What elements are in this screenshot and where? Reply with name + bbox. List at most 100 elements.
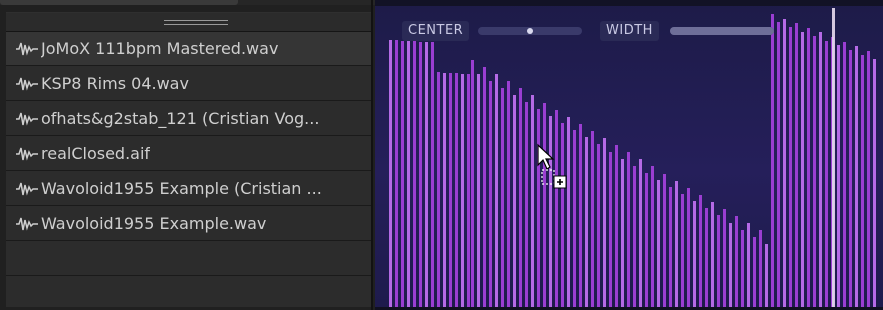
waveform-display[interactable]: CENTER WIDTH xyxy=(375,0,883,310)
file-item-wavoloid[interactable]: Wavoloid1955 Example.wav xyxy=(6,207,371,241)
waveform-bar xyxy=(705,208,708,310)
waveform-bar xyxy=(609,152,612,310)
waveform-bar xyxy=(467,74,470,310)
waveform-bar xyxy=(413,41,416,310)
waveform-bar xyxy=(519,88,522,310)
center-slider-knob[interactable] xyxy=(527,28,533,34)
waveform-bar xyxy=(573,130,576,310)
file-item-label: realClosed.aif xyxy=(41,144,151,163)
width-label: WIDTH xyxy=(600,21,659,41)
waveform-bar xyxy=(663,174,666,310)
waveform-bar xyxy=(513,95,516,310)
waveform-bar xyxy=(687,188,690,310)
waveform-bar xyxy=(461,74,464,310)
waveform-bar xyxy=(735,216,738,310)
waveform-bar xyxy=(431,42,434,310)
waveform-icon xyxy=(16,217,38,231)
file-item-label: KSP8 Rims 04.wav xyxy=(41,74,189,93)
waveform-bar xyxy=(645,173,648,310)
file-item-label: Wavoloid1955 Example.wav xyxy=(41,214,267,233)
waveform-bar xyxy=(401,41,404,310)
waveform-bar xyxy=(819,32,822,310)
waveform-bar xyxy=(407,41,410,310)
waveform-bar xyxy=(425,42,428,310)
center-slider[interactable] xyxy=(478,27,582,35)
waveform-bar xyxy=(873,59,876,310)
waveform-bar xyxy=(419,42,422,310)
waveform-bar xyxy=(759,230,762,310)
empty-list-row xyxy=(6,242,371,276)
file-browser-panel: JoMoX 111bpm Mastered.wav KSP8 Rims 04.w… xyxy=(0,0,375,310)
waveform-bar xyxy=(455,73,458,310)
waveform-bar xyxy=(789,27,792,310)
browser-top-strip xyxy=(0,0,375,5)
waveform-bar xyxy=(531,95,534,310)
waveform-bar xyxy=(537,109,540,310)
waveform-icon xyxy=(16,147,38,161)
waveform-bar xyxy=(443,73,446,310)
resize-handle[interactable] xyxy=(6,12,371,32)
file-item-ksp8[interactable]: KSP8 Rims 04.wav xyxy=(6,67,371,101)
waveform-bar xyxy=(437,72,440,310)
file-item-wavoloid-cristian[interactable]: Wavoloid1955 Example (Cristian ... xyxy=(6,172,371,206)
waveform-bar xyxy=(555,110,558,310)
waveform-bars xyxy=(389,14,876,310)
waveform-bar xyxy=(489,81,492,310)
waveform-bar xyxy=(543,103,546,310)
waveform-bar xyxy=(747,223,750,310)
waveform-bar xyxy=(711,202,714,310)
waveform-bar xyxy=(507,81,510,310)
waveform-bar xyxy=(861,55,864,310)
waveform-icon xyxy=(16,182,38,196)
waveform-bar xyxy=(471,60,474,310)
panel-divider[interactable] xyxy=(371,0,373,310)
drag-copy-cursor-icon xyxy=(537,143,567,189)
waveform-bar xyxy=(837,45,840,310)
waveform-bar xyxy=(849,50,852,310)
file-item-realclosed[interactable]: realClosed.aif xyxy=(6,137,371,171)
waveform-bar xyxy=(579,124,582,310)
waveform-bar xyxy=(639,159,642,310)
waveform-bar xyxy=(633,166,636,310)
waveform-icon xyxy=(16,42,38,56)
waveform-bar xyxy=(717,215,720,310)
waveform-bar xyxy=(525,102,528,310)
file-item-jomox[interactable]: JoMoX 111bpm Mastered.wav xyxy=(6,32,371,66)
waveform-bar xyxy=(681,194,684,310)
waveform-icon xyxy=(16,77,38,91)
grip-icon xyxy=(164,20,228,25)
waveform-bar xyxy=(723,209,726,310)
waveform-bar xyxy=(651,166,654,310)
waveform-icon xyxy=(16,112,38,126)
waveform-bar xyxy=(495,74,498,310)
waveform-bar xyxy=(783,19,786,310)
waveform-bar xyxy=(807,28,810,310)
file-item-label: Wavoloid1955 Example (Cristian ... xyxy=(41,179,322,198)
width-slider[interactable] xyxy=(670,27,774,35)
waveform-bar xyxy=(627,152,630,310)
waveform-bar xyxy=(693,201,696,310)
waveform-bar xyxy=(741,230,744,310)
waveform-bar xyxy=(585,137,588,310)
browser-top-tab xyxy=(0,0,238,5)
waveform-bar xyxy=(675,181,678,310)
playhead[interactable] xyxy=(832,8,835,310)
waveform-bar xyxy=(765,244,768,310)
waveform-bar xyxy=(477,74,480,310)
waveform-bar xyxy=(771,14,774,310)
waveform-bar xyxy=(729,223,732,310)
waveform-bar xyxy=(603,138,606,310)
waveform-bar xyxy=(597,144,600,310)
waveform-bar xyxy=(753,237,756,310)
waveform-bar xyxy=(389,40,392,310)
waveform-bar xyxy=(867,51,870,310)
waveform-bar xyxy=(449,73,452,310)
file-list: JoMoX 111bpm Mastered.wav KSP8 Rims 04.w… xyxy=(6,32,371,307)
file-item-ofhats[interactable]: ofhats&g2stab_121 (Cristian Vog... xyxy=(6,102,371,136)
waveform-bar xyxy=(855,46,858,310)
waveform-bar xyxy=(699,195,702,310)
waveform-bar xyxy=(801,32,804,310)
waveform-bar xyxy=(621,159,624,310)
center-label: CENTER xyxy=(402,21,470,41)
width-slider-fill xyxy=(670,27,774,35)
